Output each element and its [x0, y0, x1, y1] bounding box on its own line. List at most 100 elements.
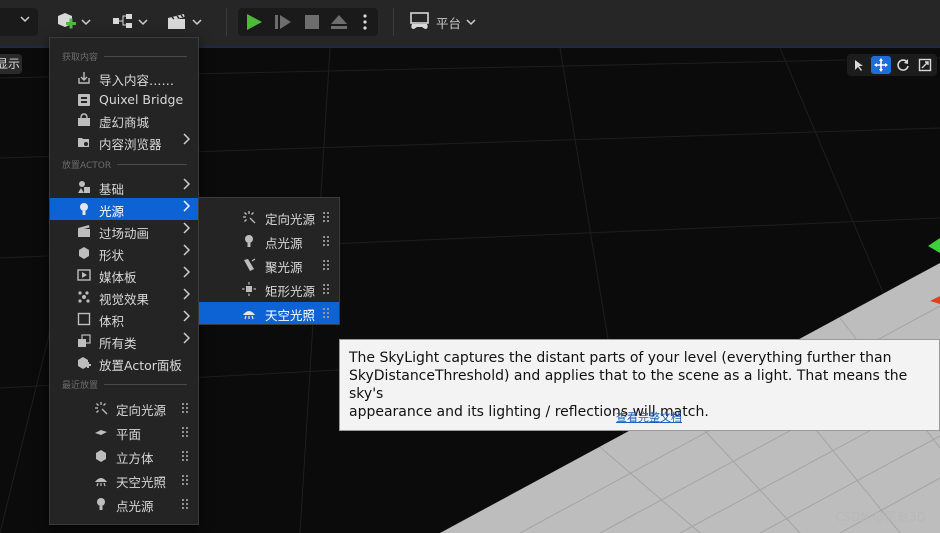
drag-handle-icon[interactable]	[322, 307, 330, 319]
recent-item-sky-light[interactable]: 天空光照	[50, 469, 198, 491]
light-icon	[77, 202, 91, 216]
toolbar-divider	[226, 8, 227, 36]
drag-handle-icon[interactable]	[322, 235, 330, 247]
blueprint-icon	[112, 12, 134, 33]
submenu-item-directional-light[interactable]: 定向光源	[199, 206, 339, 228]
menu-item-content-browser[interactable]: 内容浏览器	[50, 131, 198, 153]
chevron-right-icon	[182, 310, 191, 326]
chevron-right-icon	[182, 200, 191, 216]
toolbar-divider	[393, 8, 394, 36]
menu-item-lights[interactable]: 光源	[50, 198, 198, 220]
menu-item-label: 所有类	[99, 336, 137, 351]
drag-handle-icon[interactable]	[181, 426, 189, 438]
recent-item-point-light[interactable]: 点光源	[50, 493, 198, 515]
menu-item-visual-effects[interactable]: 视觉效果	[50, 286, 198, 308]
recent-item-plane[interactable]: 平面	[50, 421, 198, 443]
menu-item-cinematic[interactable]: 过场动画	[50, 220, 198, 242]
menu-item-label: 点光源	[116, 499, 154, 514]
menu-item-place-actors-panel[interactable]: 放置Actor面板	[50, 352, 198, 374]
cube-icon	[94, 449, 108, 463]
menu-item-quixel-bridge[interactable]: Quixel Bridge	[50, 89, 198, 111]
submenu-item-label: 矩形光源	[265, 284, 316, 299]
drag-handle-icon[interactable]	[322, 211, 330, 223]
point-light-icon	[94, 497, 108, 511]
full-documentation-link[interactable]: 查看完整文档	[616, 409, 682, 425]
menu-item-all-classes[interactable]: 所有类	[50, 330, 198, 352]
directional-light-icon	[242, 210, 256, 224]
marketplace-icon	[77, 113, 91, 127]
menu-item-label: 体积	[99, 314, 125, 329]
drag-handle-icon[interactable]	[181, 402, 189, 414]
platforms-button[interactable]: 平台	[409, 8, 476, 36]
import-icon	[77, 71, 91, 85]
blueprint-button[interactable]	[112, 8, 148, 36]
submenu-item-point-light[interactable]: 点光源	[199, 230, 339, 252]
shape-icon	[77, 246, 91, 260]
chevron-down-icon	[20, 15, 30, 26]
section-header-get-content: 获取内容	[62, 49, 187, 63]
menu-item-import-content[interactable]: 导入内容……	[50, 67, 198, 89]
menu-item-label: 视觉效果	[99, 292, 150, 307]
volume-icon	[77, 312, 91, 326]
drag-handle-icon[interactable]	[322, 259, 330, 271]
chevron-right-icon	[182, 332, 191, 348]
menu-item-volumes[interactable]: 体积	[50, 308, 198, 330]
menu-item-media-plate[interactable]: 媒体板	[50, 264, 198, 286]
chevron-right-icon	[182, 178, 191, 194]
select-icon[interactable]	[849, 56, 869, 74]
add-content-button[interactable]	[55, 8, 91, 36]
media-icon	[77, 268, 91, 282]
menu-item-label: 放置Actor面板	[99, 358, 182, 373]
play-controls	[238, 8, 378, 36]
all-classes-icon	[77, 334, 91, 348]
submenu-item-rect-light[interactable]: 矩形光源	[199, 278, 339, 300]
recent-item-cube[interactable]: 立方体	[50, 445, 198, 467]
chevron-down-icon	[466, 19, 476, 26]
chevron-down-icon	[138, 19, 148, 26]
cinematics-icon	[166, 11, 188, 34]
chevron-right-icon	[182, 222, 191, 238]
drag-handle-icon[interactable]	[181, 450, 189, 462]
section-header-place-actor: 放置ACTOR	[62, 157, 187, 171]
stop-icon[interactable]	[304, 14, 320, 33]
recent-item-directional-light[interactable]: 定向光源	[50, 397, 198, 419]
plane-icon	[94, 425, 108, 439]
menu-item-basic[interactable]: 基础	[50, 176, 198, 198]
scale-icon[interactable]	[915, 56, 935, 74]
chevron-down-icon	[81, 19, 91, 26]
play-icon[interactable]	[244, 12, 264, 35]
skylight-tooltip: The SkyLight captures the distant parts …	[339, 339, 940, 431]
more-icon[interactable]	[362, 13, 368, 34]
lights-submenu: 定向光源 点光源 聚光源 矩形光源 天空光照	[198, 197, 340, 325]
watermark-text: CSDN @阿赵3D	[835, 510, 926, 524]
menu-item-label: Quixel Bridge	[99, 92, 184, 107]
platforms-label: 平台	[436, 15, 462, 31]
cinematics-button[interactable]	[166, 8, 202, 36]
viewport-transform-tools	[847, 54, 937, 76]
translate-icon[interactable]	[871, 56, 891, 74]
menu-item-label: 虚幻商城	[99, 115, 150, 130]
vfx-icon	[77, 290, 91, 304]
menu-item-marketplace[interactable]: 虚幻商城	[50, 109, 198, 131]
submenu-item-label: 定向光源	[265, 212, 316, 227]
point-light-icon	[242, 234, 256, 248]
drag-handle-icon[interactable]	[322, 283, 330, 295]
menu-item-label: 天空光照	[116, 475, 167, 490]
place-actors-panel-icon	[77, 356, 91, 370]
submenu-item-spot-light[interactable]: 聚光源	[199, 254, 339, 276]
menu-item-shapes[interactable]: 形状	[50, 242, 198, 264]
menu-item-label: 平面	[116, 427, 142, 442]
directional-light-icon	[94, 401, 108, 415]
eject-icon[interactable]	[330, 14, 348, 33]
mode-dropdown[interactable]	[0, 8, 38, 36]
rotate-icon[interactable]	[893, 56, 913, 74]
menu-item-label: 导入内容……	[99, 73, 175, 88]
menu-item-label: 光源	[99, 204, 125, 219]
rect-light-icon	[242, 282, 256, 296]
drag-handle-icon[interactable]	[181, 498, 189, 510]
submenu-item-sky-light[interactable]: 天空光照	[199, 302, 339, 324]
show-menu-button[interactable]: 显示	[0, 54, 22, 74]
drag-handle-icon[interactable]	[181, 474, 189, 486]
submenu-item-label: 点光源	[265, 236, 303, 251]
step-icon[interactable]	[274, 13, 292, 34]
